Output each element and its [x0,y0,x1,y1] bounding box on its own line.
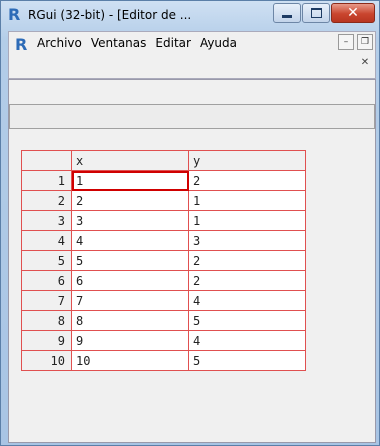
table-row: 331 [21,210,306,231]
row-number: 8 [21,310,72,331]
table-row: 662 [21,270,306,291]
svg-text:R: R [15,35,27,53]
cell-x[interactable]: 1 [71,170,189,191]
row-number: 2 [21,190,72,211]
window-controls: ✕ [272,3,375,25]
menu-items: Archivo Ventanas Editar Ayuda [37,36,246,50]
cell-x[interactable]: 2 [71,190,189,211]
cell-y[interactable]: 3 [188,230,306,251]
menu-editar[interactable]: Editar [155,36,191,50]
cell-x[interactable]: 4 [71,230,189,251]
cell-x[interactable]: 7 [71,290,189,311]
cell-y[interactable]: 5 [188,310,306,331]
table-row: 994 [21,330,306,351]
row-number: 9 [21,330,72,351]
menu-ayuda[interactable]: Ayuda [200,36,237,50]
window-title: RGui (32-bit) - [Editor de ... [28,8,192,22]
cell-x[interactable]: 6 [71,270,189,291]
row-number: 4 [21,230,72,251]
table-row: 112 [21,170,306,191]
cell-x[interactable]: 5 [71,250,189,271]
row-number: 6 [21,270,72,291]
svg-text:R: R [8,5,20,23]
table-row: 221 [21,190,306,211]
maximize-button[interactable] [302,3,330,23]
menu-ventanas[interactable]: Ventanas [91,36,147,50]
child-window-controls: – ❐ ✕ [335,34,373,70]
r-logo-icon: R [8,5,20,23]
child-restore-button[interactable]: ❐ [357,34,373,50]
maximize-icon [310,8,322,18]
table-row: 774 [21,290,306,311]
column-header-x[interactable]: x [71,150,189,171]
row-number: 1 [21,170,72,191]
data-editor-area: x y 1 1 2 2 2 1 3 3 1 4 4 3 5 5 2 6 6 2 7 7 4 8 8 5 9 9 4 10 10 5 [8,79,376,443]
row-number: 7 [21,290,72,311]
cell-y[interactable]: 4 [188,330,306,351]
cell-x[interactable]: 3 [71,210,189,231]
cell-y[interactable]: 5 [188,350,306,371]
cell-x[interactable]: 8 [71,310,189,331]
restore-icon: ❐ [360,37,370,47]
child-close-button[interactable]: ✕ [357,54,373,70]
minimize-button[interactable] [273,3,301,23]
close-icon: ✕ [360,56,370,68]
cell-y[interactable]: 2 [188,270,306,291]
minimize-icon [282,14,292,18]
rgui-window: R RGui (32-bit) - [Editor de ... ✕ R Arc… [0,0,380,446]
cell-y[interactable]: 1 [188,210,306,231]
menu-archivo[interactable]: Archivo [37,36,82,50]
cell-x[interactable]: 9 [71,330,189,351]
cell-y[interactable]: 2 [188,170,306,191]
cell-x[interactable]: 10 [71,350,189,371]
toolbar [9,104,375,129]
minimize-icon: – [343,37,349,47]
r-logo-icon[interactable]: R [13,35,31,53]
child-minimize-button[interactable]: – [338,34,354,50]
table-row: 885 [21,310,306,331]
table-row: 10 10 5 [21,350,306,371]
title-bar[interactable]: R RGui (32-bit) - [Editor de ... ✕ [1,1,379,31]
column-header-y[interactable]: y [188,150,306,171]
table-row: 552 [21,250,306,271]
row-number: 3 [21,210,72,231]
cell-y[interactable]: 1 [188,190,306,211]
data-grid: x y 1 1 2 2 2 1 3 3 1 4 4 3 5 5 2 6 6 2 7 7 4 8 8 5 9 9 4 10 10 5 [21,150,306,371]
menu-bar: R Archivo Ventanas Editar Ayuda – ❐ ✕ [8,31,376,79]
header-row: x y [21,150,306,171]
table-row: 443 [21,230,306,251]
row-number: 10 [21,350,72,371]
cell-y[interactable]: 2 [188,250,306,271]
row-number: 5 [21,250,72,271]
close-button[interactable]: ✕ [331,3,375,23]
cell-y[interactable]: 4 [188,290,306,311]
grid-corner [21,150,72,171]
close-icon: ✕ [347,5,359,21]
